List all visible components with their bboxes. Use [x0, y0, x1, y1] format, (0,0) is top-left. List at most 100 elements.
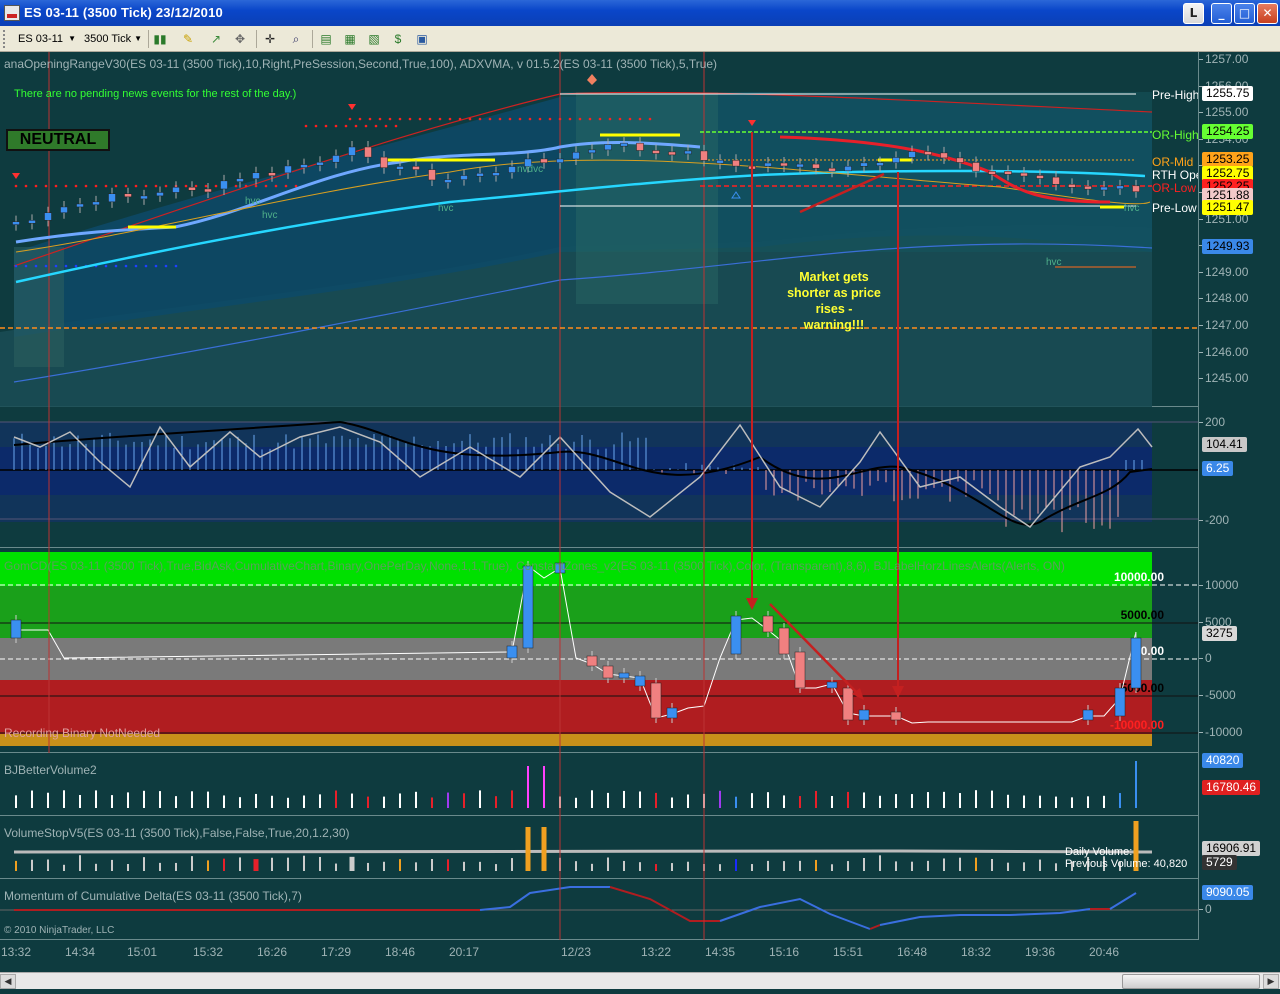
time-axis[interactable]: 13:32 14:34 15:01 15:32 16:26 17:29 18:46 20:17… — [0, 940, 1198, 964]
volume-stop-axis[interactable]: 16906.91 5729 — [1198, 816, 1280, 879]
level-label: Pre-Low — [1152, 201, 1197, 215]
price-panel[interactable]: hvc hvc nvdvc hvc hvc hvc Pre-High OR-High OR-Mi… — [0, 52, 1198, 407]
price-candle — [572, 151, 580, 160]
toolbar-grip[interactable] — [3, 30, 6, 48]
title-bar[interactable]: ES 03-11 (3500 Tick) 23/12/2010 L _ □ ✕ — [0, 0, 1280, 26]
zone-strong-bear — [0, 734, 1152, 746]
resistance-dot — [448, 117, 452, 121]
scroll-left-icon[interactable]: ◀ — [0, 974, 16, 989]
oscillator-axis[interactable]: 200 -200 104.41 6.25 — [1198, 407, 1280, 548]
zoom-icon[interactable]: ⌕ — [288, 31, 304, 47]
pencil-icon[interactable]: ✎ — [180, 31, 196, 47]
resistance-dot — [498, 117, 502, 121]
hvc-label: hvc — [1124, 203, 1140, 214]
cumulative-delta-chart[interactable]: 10000.005000.000.00-5000.00-10000.00 — [0, 548, 1198, 753]
volume-stop-line — [13, 849, 1153, 855]
toolbar-separator — [148, 30, 149, 48]
better-volume-chart[interactable] — [0, 753, 1198, 816]
resistance-dot — [84, 184, 88, 188]
price-candle — [236, 178, 244, 182]
price-candle — [220, 180, 228, 190]
price-candle — [124, 193, 132, 198]
price-chart[interactable]: hvchvcnvdvchvc hvchvcPre-HighOR-HighOR-Mi… — [0, 52, 1198, 407]
price-candle — [668, 151, 676, 156]
diamond-marker — [587, 74, 597, 85]
link-button[interactable]: L — [1183, 3, 1204, 24]
price-candle — [908, 151, 916, 158]
delta-tick: 10000 — [1198, 578, 1239, 592]
cumulative-delta-axis[interactable]: 10000 5000 0 -5000 -10000 3275 — [1198, 548, 1280, 753]
period-selector[interactable]: 3500 Tick ▼ — [78, 30, 144, 48]
time-tick: 15:16 — [768, 945, 800, 959]
cumulative-delta-panel[interactable]: 10000.005000.000.00-5000.00-10000.00 Gom… — [0, 548, 1198, 753]
delta-candle — [618, 672, 630, 679]
time-tick: 20:17 — [448, 945, 480, 959]
chart-icon[interactable]: ▧ — [366, 31, 382, 47]
better-volume-axis[interactable]: 40820 16780.46 — [1198, 753, 1280, 816]
support-dot — [54, 264, 58, 268]
price-axis[interactable]: 1257.001256.001255.001254.001253.001252.… — [1198, 52, 1280, 407]
dollar-icon[interactable]: $ — [390, 31, 406, 47]
price-candle — [604, 144, 612, 151]
price-candle — [556, 158, 564, 163]
momentum-panel[interactable]: Momentum of Cumulative Delta(ES 03-11 (3… — [0, 879, 1198, 940]
pin-icon[interactable]: ✥ — [232, 31, 248, 47]
properties-icon[interactable]: ▤ — [318, 31, 334, 47]
maximize-button[interactable]: □ — [1234, 3, 1255, 24]
price-candle — [796, 163, 804, 168]
toolbar-separator — [312, 30, 313, 48]
support-dot — [124, 264, 128, 268]
price-candle — [1100, 186, 1108, 191]
hvc-label: hvc — [438, 203, 454, 214]
level-label: OR-Low — [1152, 181, 1196, 195]
minimize-button[interactable]: _ — [1211, 3, 1232, 24]
resistance-dot — [648, 117, 652, 121]
oscillator-panel[interactable] — [0, 407, 1198, 548]
delta-candle — [1082, 709, 1094, 721]
resistance-dot — [254, 184, 258, 188]
price-candle — [732, 159, 740, 167]
gom-indicator-label: GomCD(ES 03-11 (3500 Tick),True,BidAsk,C… — [4, 559, 1065, 573]
horizontal-scrollbar[interactable]: ◀ ▶ — [0, 972, 1280, 989]
price-candle — [876, 162, 884, 166]
data-box-icon[interactable]: ▣ — [414, 31, 430, 47]
resistance-dot — [588, 117, 592, 121]
resistance-dot — [348, 117, 352, 121]
oscillator-chart[interactable] — [0, 407, 1198, 548]
momentum-axis[interactable]: 9090.05 0 — [1198, 879, 1280, 940]
instrument-selector[interactable]: ES 03-11 ▼ — [12, 30, 78, 48]
price-candle — [972, 162, 980, 172]
resistance-dot — [398, 117, 402, 121]
scroll-thumb[interactable] — [1122, 974, 1260, 989]
resistance-dot — [358, 117, 362, 121]
resistance-dot — [164, 184, 168, 188]
zone-label: 5000.00 — [1121, 608, 1165, 622]
price-tick: 1249.00 — [1198, 264, 1249, 279]
resistance-dot — [304, 124, 308, 128]
chevron-down-icon: ▼ — [134, 34, 142, 43]
resistance-dot — [294, 184, 298, 188]
resistance-dot — [438, 117, 442, 121]
volume-stop-panel[interactable]: VolumeStopV5(ES 03-11 (3500 Tick),False,… — [0, 816, 1198, 879]
price-candle — [460, 175, 468, 180]
scroll-right-icon[interactable]: ▶ — [1263, 974, 1279, 989]
bar-chart-icon[interactable]: ▮▮ — [152, 31, 168, 47]
price-candle — [188, 186, 196, 191]
price-candle — [316, 161, 324, 166]
time-tick: 12/23 — [560, 945, 592, 959]
price-tick: 1246.00 — [1198, 344, 1249, 359]
resistance-dot — [44, 184, 48, 188]
close-button[interactable]: ✕ — [1257, 3, 1278, 24]
resistance-dot — [14, 184, 18, 188]
resistance-dot — [458, 117, 462, 121]
strategies-icon[interactable]: ▦ — [342, 31, 358, 47]
crosshair-icon[interactable]: ✛ — [262, 31, 278, 47]
price-candle — [92, 201, 100, 206]
better-volume-panel[interactable]: BJBetterVolume2 — [0, 753, 1198, 816]
delta-candle — [826, 681, 838, 689]
resistance-dot — [478, 117, 482, 121]
window-title: ES 03-11 (3500 Tick) 23/12/2010 — [24, 5, 223, 20]
cursor-icon[interactable]: ↗ — [208, 31, 224, 47]
time-tick: 18:32 — [960, 945, 992, 959]
resistance-dot — [418, 117, 422, 121]
